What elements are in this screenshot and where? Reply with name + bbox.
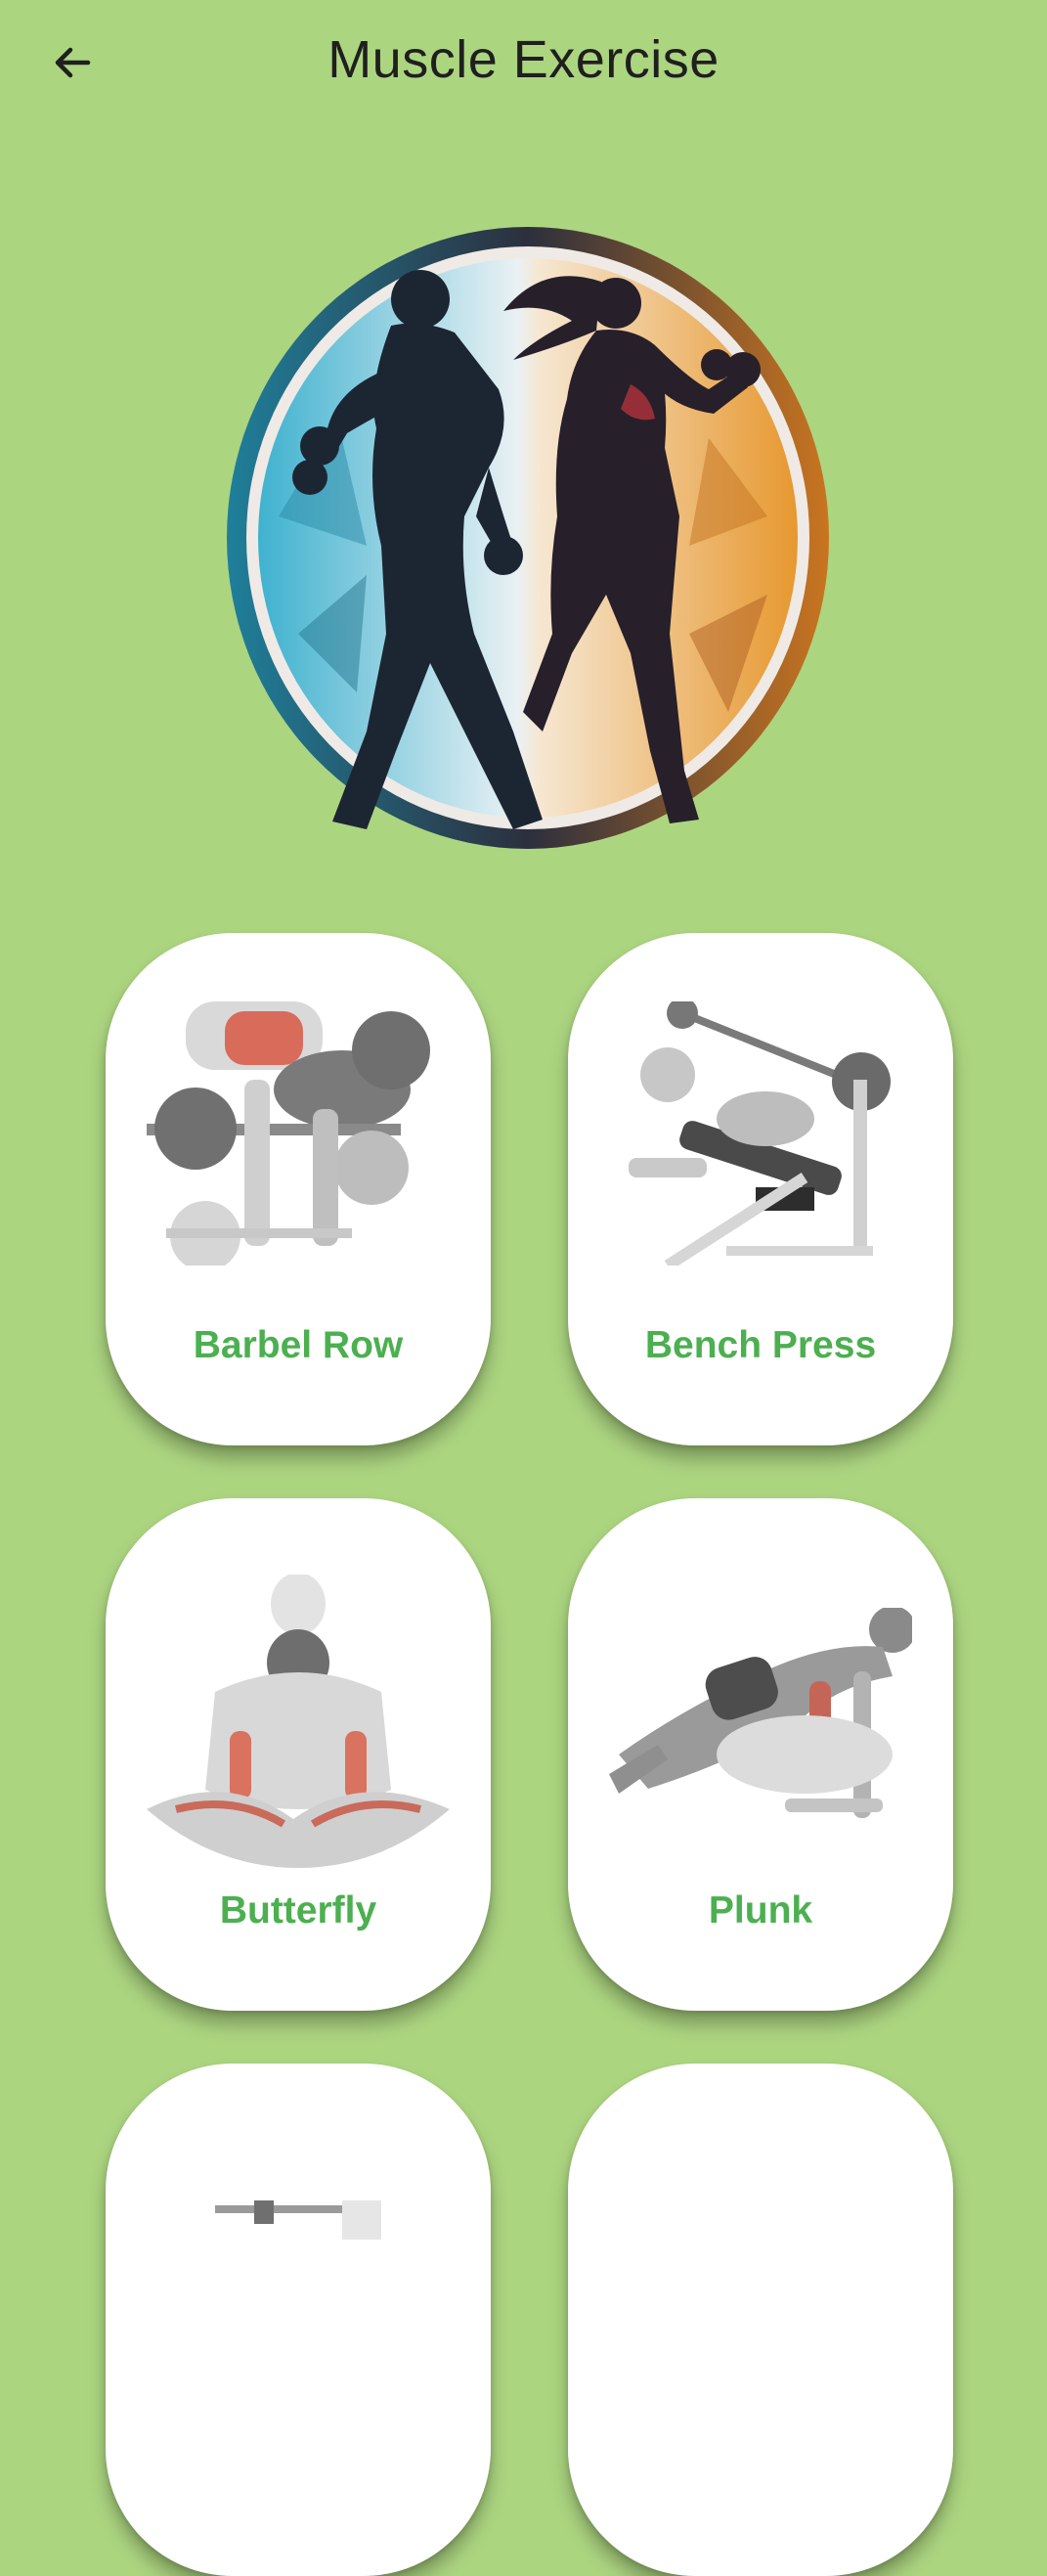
exercise-card-barbel-row[interactable]: Barbel Row [106, 933, 491, 1445]
exercise-card[interactable] [568, 2064, 953, 2576]
exercise-label: Barbel Row [193, 1324, 404, 1366]
exercise-card[interactable] [106, 2064, 491, 2576]
exercise-illustration [609, 2132, 912, 2396]
fitness-logo [220, 223, 836, 868]
exercise-card-plunk[interactable]: Plunk [568, 1498, 953, 2011]
bench-press-illustration [629, 1001, 891, 1266]
exercise-label: Plunk [708, 1889, 813, 1932]
barbell-illustration [215, 2200, 381, 2240]
page-title: Muscle Exercise [327, 30, 720, 89]
plank-illustration [609, 1608, 912, 1818]
app-bar: Muscle Exercise [0, 0, 1047, 127]
barbel-row-illustration [147, 1001, 430, 1266]
exercise-card-butterfly[interactable]: Butterfly [106, 1498, 491, 2011]
exercise-label: Bench Press [644, 1324, 877, 1366]
butterfly-stretch-illustration [147, 1575, 450, 1868]
exercise-label: Butterfly [219, 1889, 377, 1932]
exercise-card-bench-press[interactable]: Bench Press [568, 933, 953, 1445]
